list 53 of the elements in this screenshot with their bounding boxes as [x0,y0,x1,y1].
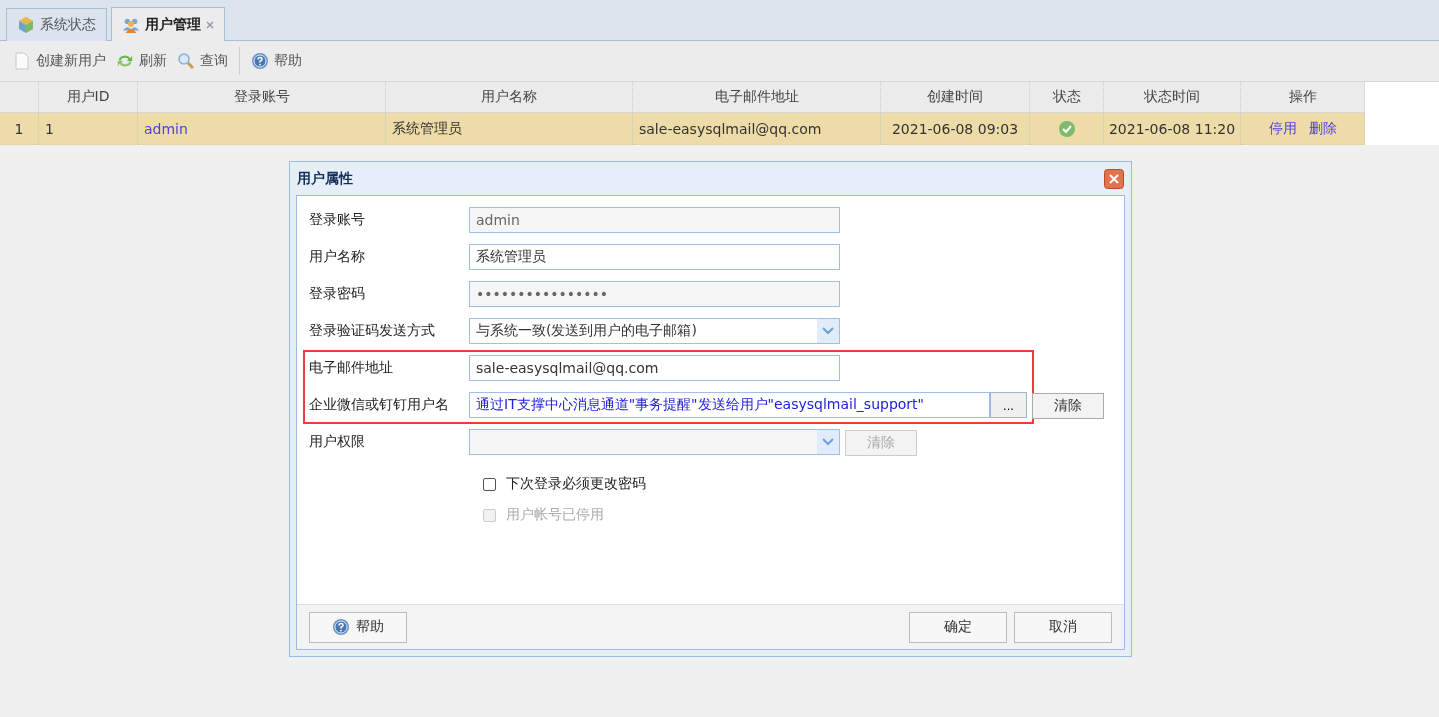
input-field[interactable]: 与系统一致(发送到用户的电子邮箱) [469,318,840,344]
dropdown-chevron-icon [817,319,839,343]
input-field[interactable]: 系统管理员 [469,244,840,270]
table-row[interactable]: 1 1 admin 系统管理员 sale-easysqlmail@qq.com 2021-06-08 09:03 2021-06-08 11:20 停用 删除 [0,113,1439,145]
field-label: 电子邮件地址 [309,359,394,377]
field-label: 登录账号 [309,211,366,229]
toolbar-button[interactable]: 查询 [174,49,231,73]
table-cell: 2021-06-08 11:20 [1104,113,1241,145]
tab[interactable]: 用户管理 [111,7,225,41]
field-label: 登录验证码发送方式 [309,322,436,340]
column-header[interactable]: 用户名称 [386,82,633,113]
dialog-button[interactable]: 取消 [1014,611,1112,643]
column-header[interactable]: 创建时间 [881,82,1030,113]
help-icon [332,618,350,636]
dialog-title: 用户属性 [297,169,353,188]
table-cell: 系统管理员 [386,113,633,145]
help-icon [251,52,269,70]
dropdown-chevron-icon [817,430,839,454]
field-label: 用户权限 [309,433,366,451]
close-icon[interactable] [1104,168,1124,189]
tab[interactable]: 系统状态 [6,8,107,41]
checkbox-label: 用户帐号已停用 [506,506,604,524]
row-number: 1 [0,113,39,145]
input-field[interactable]: 通过IT支撑中心消息通道"事务提醒"发送给用户"easysqlmail_support" [469,392,990,418]
checkbox-label: 下次登录必须更改密码 [506,475,646,493]
toolbar-button[interactable]: 创建新用户 [10,49,109,73]
action-link[interactable]: 停用 [1268,119,1297,138]
column-header[interactable]: 用户ID [39,82,138,113]
help-button[interactable]: 帮助 [309,611,407,643]
dialog-button[interactable]: 确定 [909,611,1007,643]
column-header[interactable]: 操作 [1241,82,1365,113]
account-link[interactable]: admin [144,120,188,137]
browse-button[interactable]: ... [990,392,1027,418]
field-label: 登录密码 [309,285,366,303]
field-label: 企业微信或钉钉用户名 [309,396,450,414]
column-header[interactable]: 状态 [1030,82,1104,113]
field-label: 用户名称 [309,248,366,266]
table-cell: 1 [39,113,138,145]
cube-icon [17,16,35,34]
checkbox[interactable] [483,477,496,491]
search-icon [177,52,195,70]
page-icon [13,52,31,70]
toolbar-button[interactable]: 帮助 [248,49,305,73]
column-header[interactable]: 电子邮件地址 [633,82,881,113]
column-header[interactable]: 状态时间 [1104,82,1241,113]
column-header[interactable]: 登录账号 [138,82,386,113]
table-cell: sale-easysqlmail@qq.com [633,113,881,145]
action-link[interactable]: 删除 [1308,119,1337,138]
clear-button[interactable]: 清除 [1032,392,1104,419]
input-field[interactable]: sale-easysqlmail@qq.com [469,355,840,381]
toolbar-button[interactable]: 刷新 [113,49,170,73]
table-cell: 2021-06-08 09:03 [881,113,1030,145]
close-icon[interactable] [206,20,214,29]
